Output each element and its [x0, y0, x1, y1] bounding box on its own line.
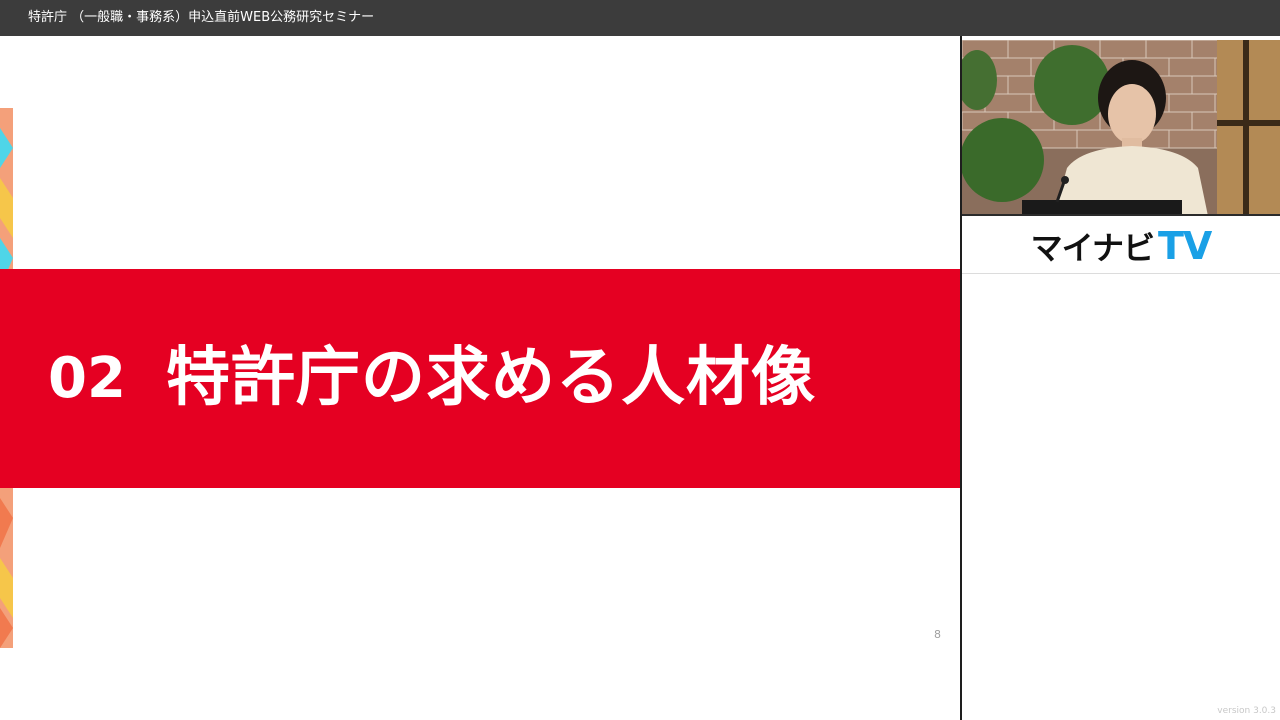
mynavi-tv-logo: マイナビ TV [962, 218, 1280, 274]
section-title: 特許庁の求める人材像 [166, 341, 816, 415]
slide-page-number: 8 [934, 628, 941, 641]
presentation-slide: 02 特許庁の求める人材像 8 [0, 36, 960, 720]
version-label: version 3.0.3 [1217, 706, 1276, 716]
title-band: 02 特許庁の求める人材像 [0, 269, 960, 488]
side-panel: マイナビ TV version 3.0.3 [960, 36, 1280, 720]
window-title: 特許庁 （一般職・事務系）申込直前WEB公務研究セミナー [0, 0, 1280, 36]
presenter-video[interactable] [962, 40, 1280, 216]
section-number: 02 [48, 346, 126, 411]
logo-accent-text: TV [1158, 223, 1212, 268]
logo-main-text: マイナビ [1030, 228, 1155, 267]
